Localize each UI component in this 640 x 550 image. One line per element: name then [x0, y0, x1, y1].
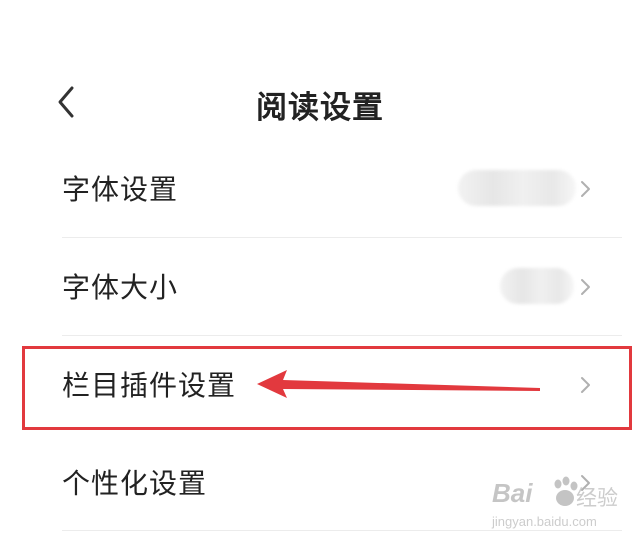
settings-item-font-settings[interactable]: 字体设置 — [0, 142, 640, 238]
settings-item-label: 字体设置 — [62, 173, 179, 206]
settings-item-font-size[interactable]: 字体大小 — [0, 240, 640, 336]
blurred-value — [458, 170, 576, 206]
chevron-right-icon — [578, 374, 594, 396]
page-title: 阅读设置 — [256, 90, 384, 126]
blurred-value — [500, 268, 574, 304]
divider — [62, 530, 622, 531]
settings-item-label: 栏目插件设置 — [62, 369, 237, 402]
top-bar: 阅读设置 — [0, 60, 640, 144]
divider — [62, 335, 622, 336]
chevron-right-icon — [578, 178, 594, 200]
settings-item-column-plugin-settings[interactable]: 栏目插件设置 — [0, 338, 640, 434]
settings-item-personalization-settings[interactable]: 个性化设置 — [0, 436, 640, 532]
divider — [62, 237, 622, 238]
chevron-right-icon — [578, 472, 594, 494]
settings-item-label: 字体大小 — [62, 271, 179, 304]
settings-item-label: 个性化设置 — [62, 467, 208, 500]
chevron-right-icon — [578, 276, 594, 298]
